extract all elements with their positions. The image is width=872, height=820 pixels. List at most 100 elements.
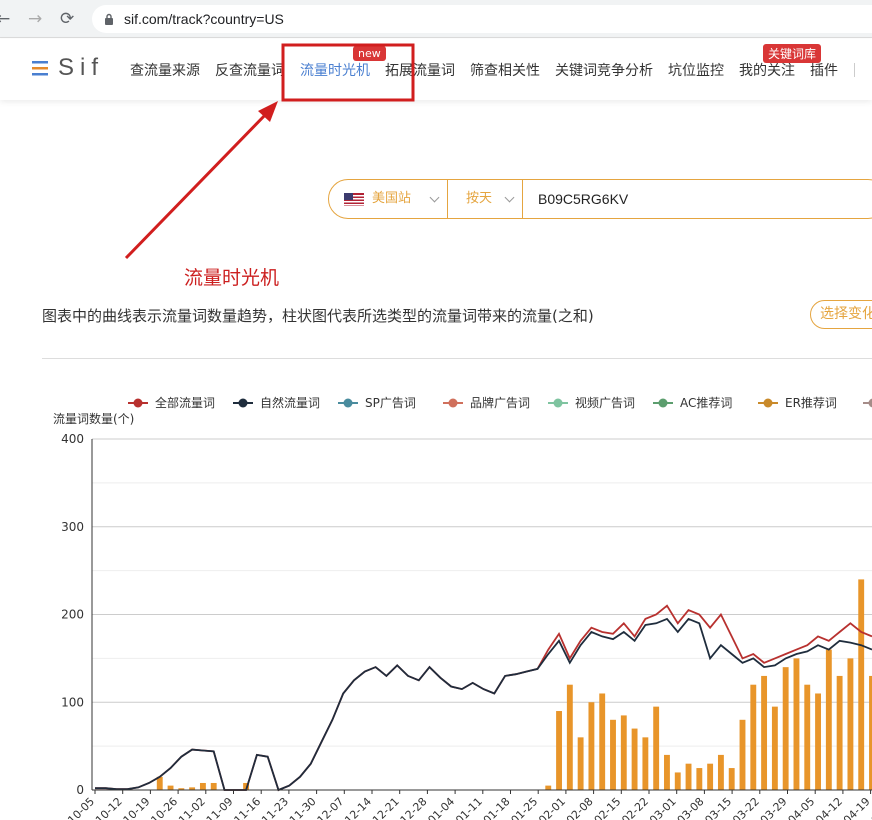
legend-label: 全部流量词: [155, 395, 215, 410]
traffic-bar: [728, 768, 735, 790]
legend-label: AC推荐词: [680, 396, 732, 410]
traffic-bar: [199, 782, 206, 790]
x-tick-label: 12-28: [398, 795, 430, 820]
x-tick-label: 01-25: [509, 795, 541, 820]
y-tick-label: 400: [61, 432, 84, 446]
traffic-bar: [717, 754, 724, 790]
x-tick-label: 02-22: [619, 795, 651, 820]
traffic-bar: [599, 693, 606, 790]
x-tick-label: 01-04: [425, 795, 457, 820]
y-tick-label: 100: [61, 695, 84, 709]
us-flag-icon: [344, 193, 364, 206]
x-tick-label: 02-01: [536, 795, 568, 820]
traffic-bar: [815, 693, 821, 790]
legend-marker: [553, 398, 563, 408]
traffic-bar: [804, 684, 811, 790]
x-tick-label: 03-15: [702, 795, 734, 820]
search-divider: [522, 180, 523, 218]
select-change-button[interactable]: 选择变化: [810, 300, 872, 329]
traffic-bar: [556, 711, 562, 790]
x-tick-label: 03-22: [730, 795, 762, 820]
traffic-bar: [782, 667, 789, 790]
legend-label: 视频广告词: [575, 395, 635, 410]
x-tick-label: 11-09: [204, 795, 236, 820]
traffic-bar: [793, 658, 800, 790]
x-tick-label: 03-01: [647, 795, 679, 820]
x-tick-label: 10-12: [93, 795, 125, 820]
x-tick-label: 11-02: [176, 795, 208, 820]
traffic-bar: [836, 675, 843, 790]
x-tick-label: 12-14: [342, 795, 374, 820]
traffic-bar: [674, 772, 681, 790]
x-tick-label: 10-26: [148, 795, 180, 820]
traffic-bar: [750, 684, 757, 790]
chart-description: 图表中的曲线表示流量词数量趋势，柱状图代表所选类型的流量词带来的流量(之和): [42, 307, 594, 325]
traffic-bar: [610, 719, 616, 790]
traffic-bar: [739, 719, 746, 790]
legend-marker: [658, 398, 668, 408]
traffic-bar: [588, 702, 595, 790]
x-tick-label: 12-21: [370, 795, 402, 820]
highlight-box: [281, 43, 415, 102]
y-axis-label: 流量词数量(个): [53, 411, 134, 426]
y-tick-label: 300: [61, 520, 84, 534]
x-tick-label: 02-15: [592, 795, 624, 820]
legend-marker: [133, 398, 143, 408]
legend-label: ER推荐词: [785, 396, 837, 410]
x-tick-label: 03-08: [675, 795, 707, 820]
period-selector[interactable]: 按天: [466, 180, 521, 218]
traffic-bar: [664, 754, 670, 790]
traffic-bar: [685, 763, 692, 790]
legend-marker: [868, 398, 872, 408]
traffic-bar: [620, 715, 627, 790]
x-axis: 10-0510-1210-1910-2611-0211-0911-1611-23…: [65, 789, 872, 820]
traffic-bar: [577, 737, 584, 790]
y-tick-label: 0: [76, 783, 84, 797]
annotation-label: 流量时光机: [184, 267, 280, 289]
x-tick-label: 04-19: [841, 795, 872, 820]
y-tick-label: 200: [61, 608, 84, 622]
site-label: 美国站: [372, 191, 412, 206]
annotation-arrow-line: [124, 110, 270, 260]
legend-label: SP广告词: [365, 396, 416, 410]
traffic-bar: [707, 763, 714, 790]
traffic-bar: [167, 785, 174, 790]
x-tick-label: 01-11: [453, 795, 485, 820]
traffic-bar: [847, 658, 854, 790]
traffic-bar: [858, 579, 865, 790]
x-tick-label: 10-19: [121, 795, 153, 820]
x-tick-label: 02-08: [564, 795, 596, 820]
x-tick-label: 11-30: [287, 795, 319, 820]
legend-marker: [448, 398, 458, 408]
x-tick-label: 03-29: [758, 795, 790, 820]
traffic-chart: 全部流量词自然流量词SP广告词品牌广告词视频广告词AC推荐词ER推荐词TR推荐 …: [53, 395, 872, 820]
chart-legend: 全部流量词自然流量词SP广告词品牌广告词视频广告词AC推荐词ER推荐词TR推荐: [128, 395, 872, 410]
x-tick-label: 10-05: [65, 795, 97, 820]
traffic-bar: [771, 706, 778, 790]
traffic-bar: [761, 675, 768, 790]
site-selector[interactable]: 美国站: [344, 180, 449, 218]
legend-label: 自然流量词: [260, 395, 320, 410]
section-divider: [42, 358, 872, 359]
x-tick-label: 11-23: [259, 795, 291, 820]
traffic-bar: [210, 782, 217, 790]
search-bar: 美国站 按天 B09C5RG6KV: [328, 179, 872, 219]
legend-marker: [343, 398, 353, 408]
traffic-bar: [545, 785, 552, 790]
traffic-bar: [825, 649, 832, 790]
x-tick-label: 04-12: [813, 795, 845, 820]
traffic-bar: [696, 768, 703, 790]
bar-series: [156, 579, 872, 790]
x-tick-label: 01-18: [481, 795, 513, 820]
legend-marker: [763, 398, 773, 408]
traffic-bar: [653, 706, 660, 790]
search-divider: [447, 180, 448, 218]
x-tick-label: 04-05: [786, 795, 818, 820]
traffic-bar: [642, 737, 649, 790]
x-tick-label: 12-07: [315, 795, 347, 820]
chevron-down-icon: [429, 192, 440, 203]
legend-label: 品牌广告词: [470, 396, 530, 410]
chevron-down-icon: [504, 192, 515, 203]
asin-input[interactable]: B09C5RG6KV: [538, 180, 858, 218]
traffic-bar: [566, 684, 573, 790]
